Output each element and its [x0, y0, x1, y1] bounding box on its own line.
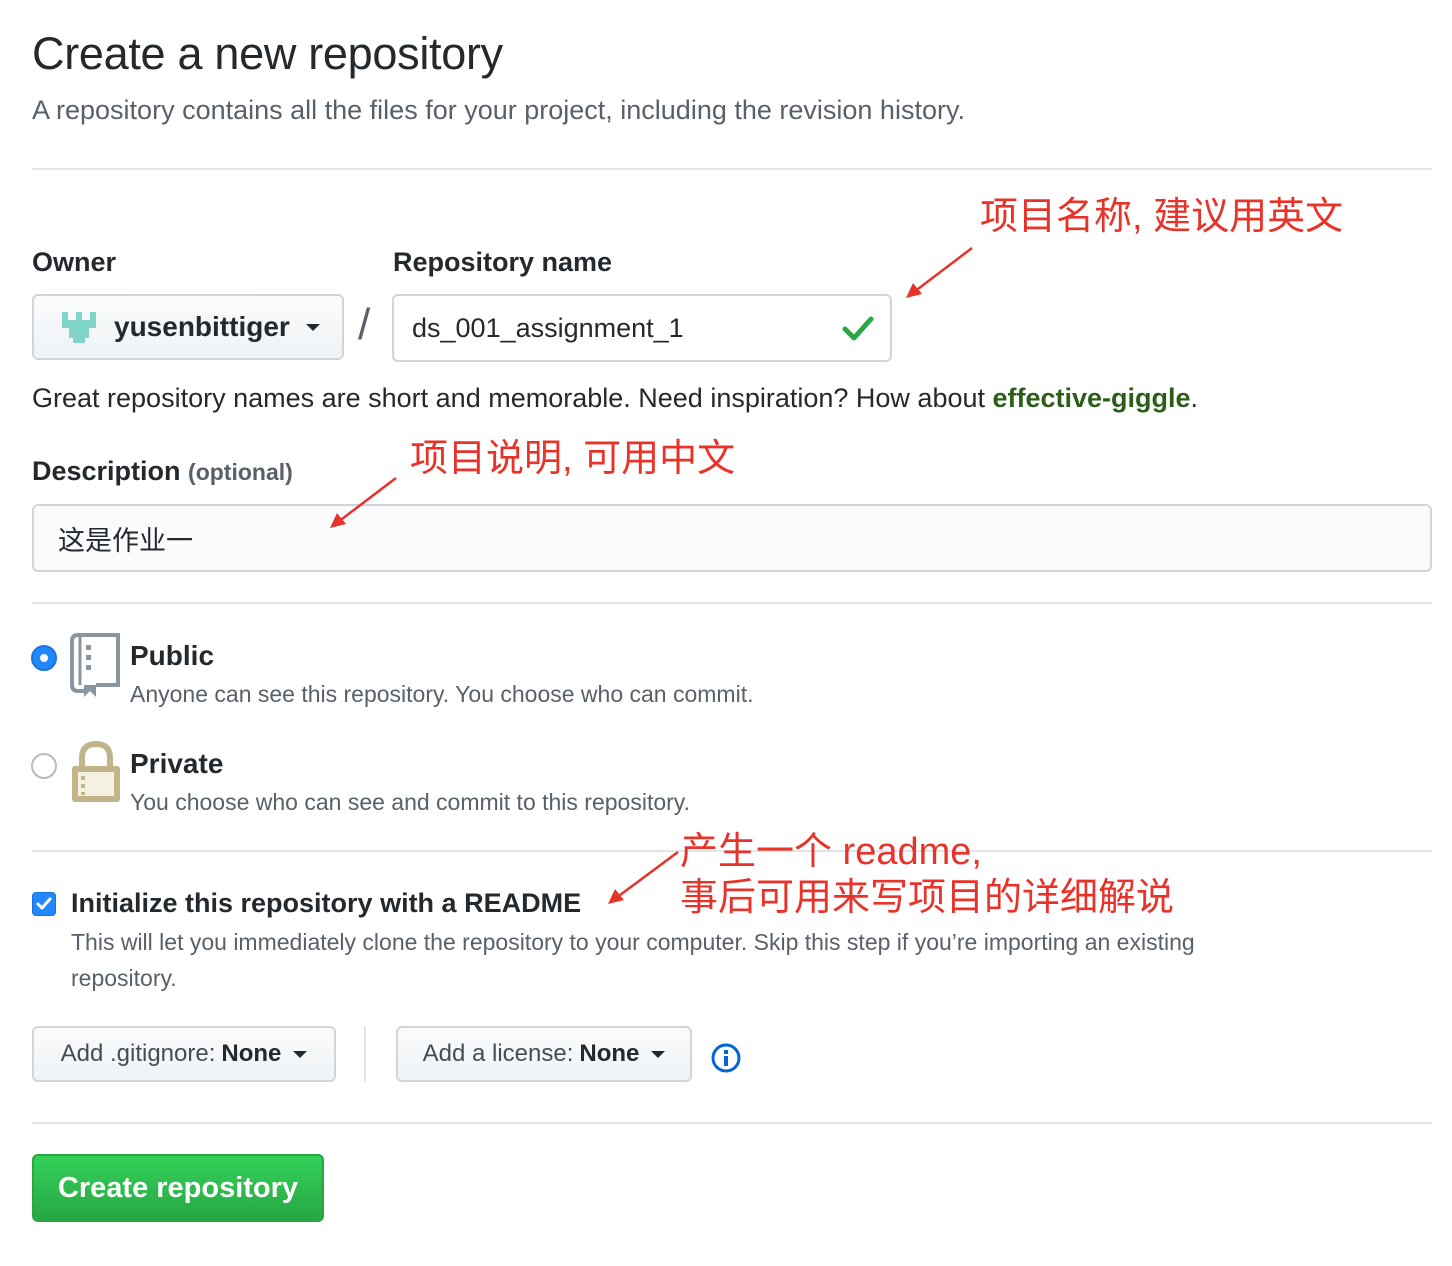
- hint-end: .: [1190, 383, 1199, 413]
- license-key: Add a license:: [422, 1040, 574, 1067]
- license-value: None: [579, 1040, 640, 1067]
- optional-tag: (optional): [188, 459, 293, 485]
- readme-checkbox[interactable]: [32, 892, 56, 916]
- page-subtitle: A repository contains all the files for …: [32, 95, 965, 125]
- owner-avatar-icon: [60, 310, 98, 344]
- annotation-arrow-readme: [615, 850, 679, 900]
- repo-name-label: Repository name: [393, 247, 613, 277]
- checkmark-icon: [842, 314, 874, 347]
- repo-name-field: [392, 294, 892, 362]
- annotation-arrow-repo-name: [913, 247, 973, 293]
- caret-down-icon: [651, 1050, 666, 1058]
- hint-text: Great repository names are short and mem…: [32, 383, 993, 413]
- readme-note-line2: repository.: [71, 965, 177, 991]
- public-note: Anyone can see this repository. You choo…: [130, 681, 754, 707]
- caret-down-icon: [305, 323, 320, 331]
- divider: [32, 602, 1432, 604]
- readme-title: Initialize this repository with a README: [71, 888, 582, 918]
- info-icon[interactable]: [711, 1043, 741, 1078]
- suggested-name-link[interactable]: effective-giggle: [993, 383, 1191, 413]
- check-icon: [36, 897, 52, 910]
- annotation-repo-name: 项目名称, 建议用英文: [980, 196, 1344, 238]
- vertical-divider: [364, 1026, 366, 1082]
- page-title: Create a new repository: [32, 28, 503, 79]
- description-label: Description (optional): [32, 456, 293, 487]
- readme-note-line1: This will let you immediately clone the …: [71, 929, 1195, 955]
- owner-label: Owner: [32, 247, 117, 277]
- private-radio[interactable]: [31, 753, 57, 779]
- private-note: You choose who can see and commit to thi…: [130, 789, 690, 815]
- gitignore-value: None: [221, 1040, 282, 1067]
- description-input[interactable]: [32, 504, 1432, 572]
- public-title: Public: [130, 640, 215, 671]
- create-repository-button[interactable]: Create repository: [32, 1154, 324, 1222]
- owner-select-button[interactable]: yusenbittiger: [32, 294, 344, 360]
- license-select-button[interactable]: Add a license: None: [396, 1026, 692, 1082]
- divider: [32, 1122, 1432, 1124]
- private-title: Private: [130, 748, 224, 779]
- annotation-readme-line1: 产生一个 readme,: [680, 831, 982, 873]
- repo-name-input[interactable]: [392, 294, 892, 362]
- description-label-text: Description: [32, 456, 181, 486]
- divider: [32, 168, 1432, 170]
- annotation-arrowhead-readme: [608, 889, 624, 904]
- annotation-readme-line2: 事后可用来写项目的详细解说: [680, 877, 1175, 919]
- caret-down-icon: [293, 1050, 308, 1058]
- owner-repo-separator: /: [358, 300, 371, 349]
- annotation-description: 项目说明, 可用中文: [410, 438, 736, 480]
- gitignore-key: Add .gitignore:: [60, 1040, 216, 1067]
- repo-name-hint: Great repository names are short and mem…: [32, 383, 1198, 414]
- owner-name: yusenbittiger: [114, 311, 290, 342]
- public-radio[interactable]: [31, 645, 57, 671]
- gitignore-select-button[interactable]: Add .gitignore: None: [32, 1026, 336, 1082]
- annotation-arrowhead-repo-name: [906, 283, 922, 298]
- lock-icon: [70, 740, 122, 809]
- repo-book-icon: [70, 633, 122, 704]
